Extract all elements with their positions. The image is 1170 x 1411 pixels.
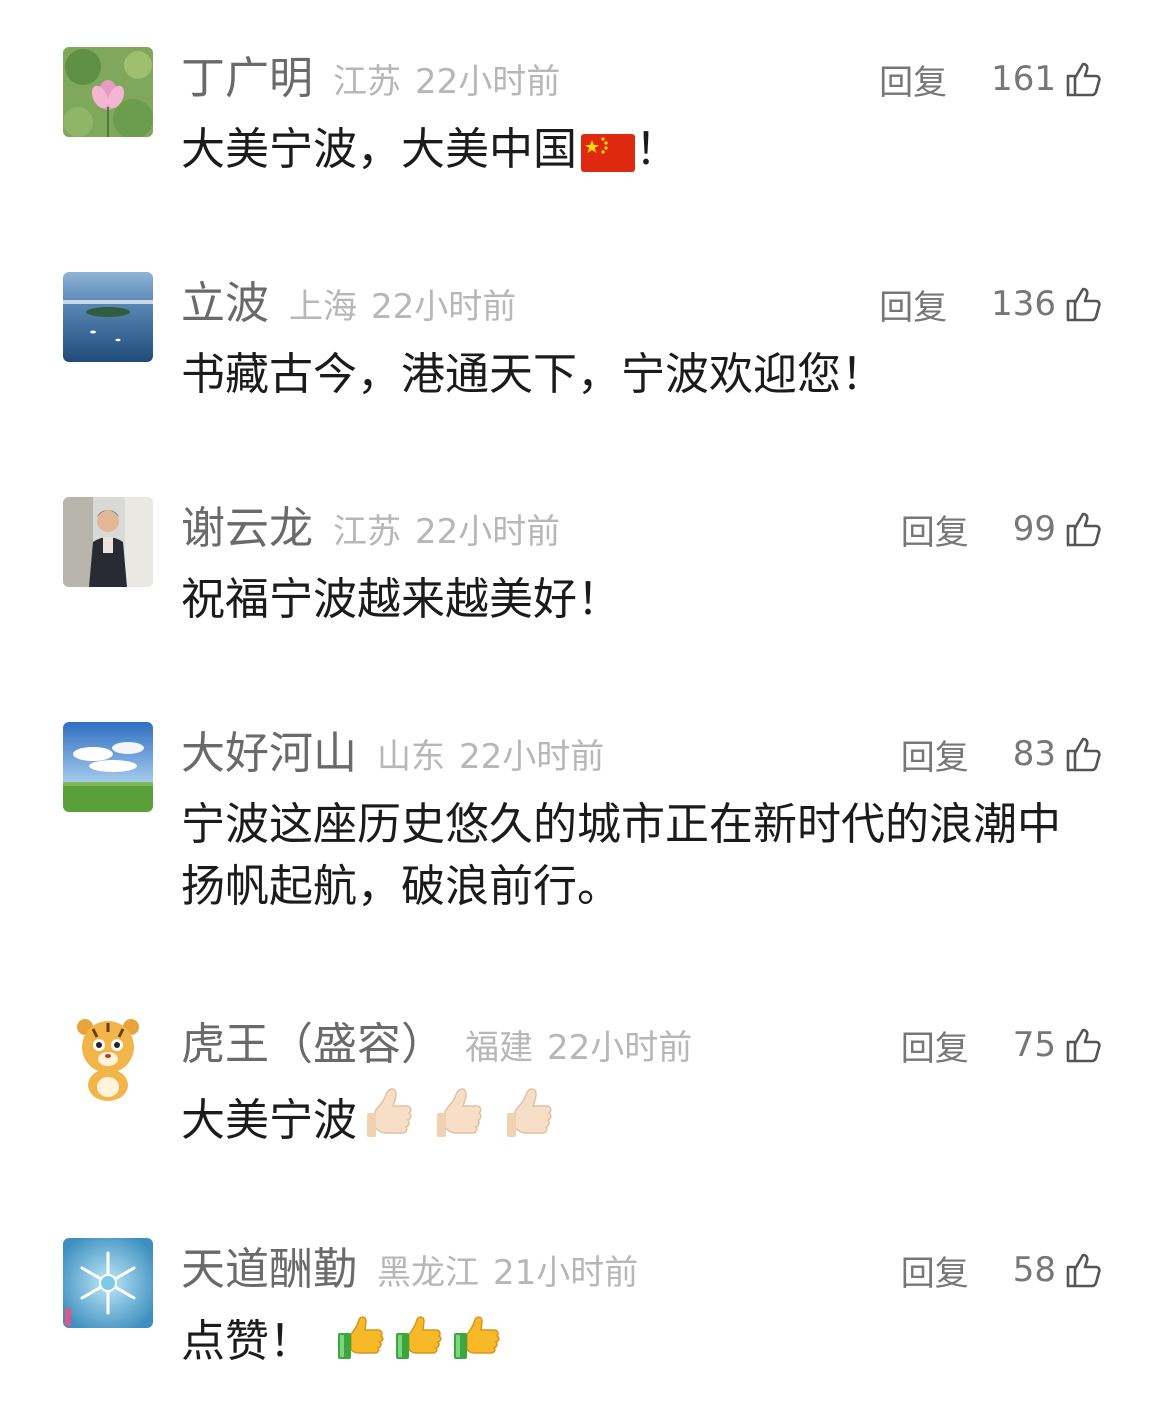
- comment-actions: 回复 75: [901, 1017, 1104, 1073]
- comment-text: 书藏古今，港通天下，宁波欢迎您！: [181, 349, 885, 400]
- avatar-tiger[interactable]: [63, 1013, 153, 1103]
- comment-header: 天道酬勤 黑龙江 21小时前: [181, 1242, 638, 1298]
- comment-time: 22小时前: [371, 287, 517, 327]
- thumbs-up-icon[interactable]: [1064, 284, 1104, 324]
- comment-header: 丁广明 江苏 22小时前: [181, 51, 560, 107]
- comment-time: 22小时前: [415, 512, 561, 552]
- comment-location: 福建: [465, 1028, 533, 1068]
- comment-body: 点赞！: [181, 1316, 313, 1367]
- comment-header: 谢云龙 江苏 22小时前: [181, 501, 560, 557]
- comment-text: 点赞！: [181, 1310, 1101, 1373]
- thumbs-up-light-emoji-icon: [437, 1088, 482, 1137]
- comment-text: 大美宁波: [181, 1085, 1101, 1152]
- reply-button[interactable]: 回复: [879, 55, 947, 104]
- reply-button[interactable]: 回复: [901, 505, 969, 554]
- comment-header: 大好河山 山东 22小时前: [181, 726, 604, 782]
- avatar-landscape[interactable]: [63, 722, 153, 812]
- like-count: 75: [1012, 1025, 1056, 1065]
- like-count: 58: [1012, 1250, 1056, 1290]
- thumbs-up-light-emoji-icon: [507, 1088, 552, 1137]
- comment-body-suffix: ！: [635, 124, 679, 175]
- avatar-snowflake[interactable]: [63, 1238, 153, 1328]
- comment-time: 22小时前: [547, 1028, 693, 1068]
- comment-actions: 回复 161: [879, 51, 1104, 107]
- commenter-name[interactable]: 谢云龙: [181, 501, 313, 557]
- comment-actions: 回复 99: [901, 501, 1104, 557]
- avatar-person[interactable]: [63, 497, 153, 587]
- thumbs-up-icon[interactable]: [1064, 734, 1104, 774]
- comment-location: 黑龙江: [377, 1253, 479, 1293]
- avatar-sea[interactable]: [63, 272, 153, 362]
- like-count: 99: [1012, 509, 1056, 549]
- china-flag-icon: [581, 134, 635, 172]
- thumbs-up-icon[interactable]: [1064, 1025, 1104, 1065]
- reply-button[interactable]: 回复: [901, 730, 969, 779]
- thumbs-up-yellow-emoji-icon: [338, 1316, 384, 1359]
- thumbs-up-icon[interactable]: [1064, 59, 1104, 99]
- thumbs-up-light-emoji-icon: [367, 1088, 412, 1137]
- commenter-name[interactable]: 丁广明: [181, 51, 313, 107]
- thumbs-up-icon[interactable]: [1064, 1250, 1104, 1290]
- comment-body: 大美宁波，大美中国: [181, 124, 577, 175]
- comment-header: 虎王（盛容） 福建 22小时前: [181, 1017, 692, 1073]
- comment-text: 大美宁波，大美中国 ！: [181, 119, 1101, 181]
- comment-location: 江苏: [333, 62, 401, 102]
- commenter-name[interactable]: 天道酬勤: [181, 1242, 357, 1298]
- like-count: 161: [991, 59, 1056, 99]
- thumbs-up-icon[interactable]: [1064, 509, 1104, 549]
- comment-body: 大美宁波: [181, 1095, 357, 1146]
- comment-location: 江苏: [333, 512, 401, 552]
- comment-text: 宁波这座历史悠久的城市正在新时代的浪潮中扬帆起航，破浪前行。: [181, 799, 1061, 912]
- comment-text: 祝福宁波越来越美好！: [181, 574, 621, 625]
- comment-actions: 回复 136: [879, 276, 1104, 332]
- avatar-lotus[interactable]: [63, 47, 153, 137]
- comment-time: 22小时前: [415, 62, 561, 102]
- comment-time: 21小时前: [493, 1253, 639, 1293]
- comment-actions: 回复 58: [901, 1242, 1104, 1298]
- comment-header: 立波 上海 22小时前: [181, 276, 516, 332]
- commenter-name[interactable]: 虎王（盛容）: [181, 1017, 445, 1073]
- comment-location: 上海: [289, 287, 357, 327]
- reply-button[interactable]: 回复: [901, 1021, 969, 1070]
- reply-button[interactable]: 回复: [901, 1246, 969, 1295]
- thumbs-up-yellow-emoji-icon: [454, 1316, 500, 1359]
- like-count: 83: [1012, 734, 1056, 774]
- like-count: 136: [991, 284, 1056, 324]
- thumbs-up-yellow-emoji-icon: [396, 1316, 442, 1359]
- reply-button[interactable]: 回复: [879, 280, 947, 329]
- comment-time: 22小时前: [459, 737, 605, 777]
- commenter-name[interactable]: 立波: [181, 276, 269, 332]
- commenter-name[interactable]: 大好河山: [181, 726, 357, 782]
- comment-location: 山东: [377, 737, 445, 777]
- comment-actions: 回复 83: [901, 726, 1104, 782]
